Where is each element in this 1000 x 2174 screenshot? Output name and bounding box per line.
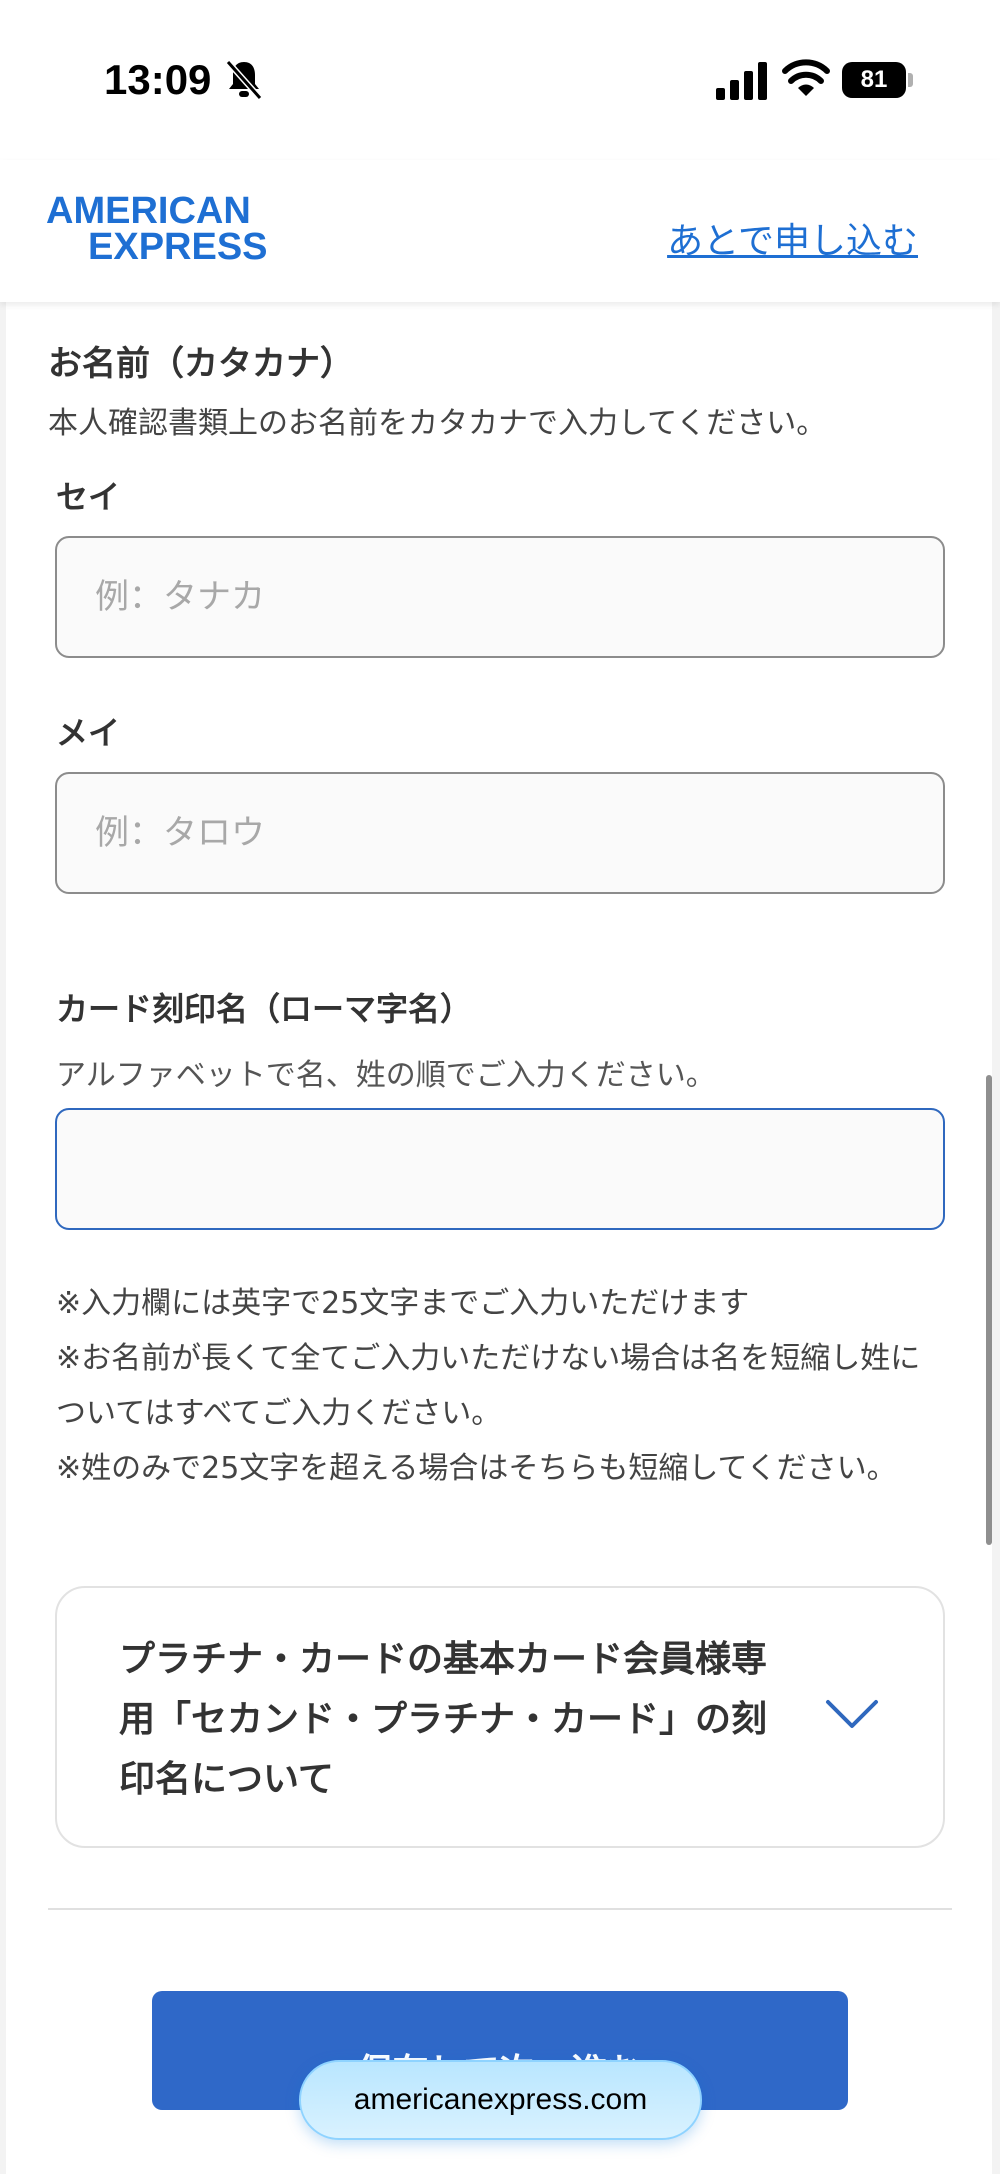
chevron-down-icon[interactable] bbox=[825, 1698, 879, 1732]
amex-logo[interactable]: AMERICAN EXPRESS bbox=[46, 192, 298, 268]
cellular-signal-icon bbox=[716, 62, 767, 100]
kana-name-title: お名前（カタカナ） bbox=[48, 344, 354, 384]
note-item: ※姓のみで25文字を超える場合はそちらも短縮してください。 bbox=[56, 1451, 897, 1486]
last-name-kana-input[interactable] bbox=[55, 536, 945, 658]
battery-icon: 81 bbox=[842, 62, 914, 98]
site-header: AMERICAN EXPRESS あとで申し込む bbox=[0, 160, 1000, 302]
browser-url-pill[interactable]: americanexpress.com bbox=[299, 2060, 702, 2140]
status-bar: 13:09 81 bbox=[0, 0, 1000, 160]
wifi-icon bbox=[782, 59, 830, 96]
scrollbar[interactable] bbox=[986, 1075, 992, 1545]
card-name-notes: ※入力欄には英字で25文字までご入力いただけます ※お名前が長くて全てご入力いた… bbox=[56, 1276, 936, 1496]
divider bbox=[48, 1908, 952, 1910]
page-edge-left bbox=[0, 302, 6, 2174]
note-item: ※お名前が長くて全てご入力いただけない場合は名を短縮し姓についてはすべてご入力く… bbox=[56, 1341, 921, 1431]
page-edge-right bbox=[992, 302, 1000, 2174]
second-platinum-accordion[interactable]: プラチナ・カードの基本カード会員様専用「セカンド・プラチナ・カード」の刻印名につ… bbox=[55, 1586, 945, 1848]
last-name-kana-label: セイ bbox=[56, 478, 121, 516]
note-item: ※入力欄には英字で25文字までご入力いただけます bbox=[56, 1286, 750, 1321]
first-name-kana-input[interactable] bbox=[55, 772, 945, 894]
card-name-input[interactable] bbox=[55, 1108, 945, 1230]
silent-bell-icon bbox=[225, 60, 263, 100]
status-time: 13:09 bbox=[104, 56, 212, 103]
card-name-description: アルファベットで名、姓の順でご入力ください。 bbox=[56, 1058, 716, 1093]
kana-name-description: 本人確認書類上のお名前をカタカナで入力してください。 bbox=[48, 406, 827, 441]
battery-level: 81 bbox=[842, 62, 906, 98]
card-name-label: カード刻印名（ローマ字名） bbox=[56, 990, 473, 1028]
apply-later-link[interactable]: あとで申し込む bbox=[667, 212, 918, 264]
first-name-kana-label: メイ bbox=[56, 714, 121, 752]
accordion-title: プラチナ・カードの基本カード会員様専用「セカンド・プラチナ・カード」の刻印名につ… bbox=[119, 1639, 768, 1800]
